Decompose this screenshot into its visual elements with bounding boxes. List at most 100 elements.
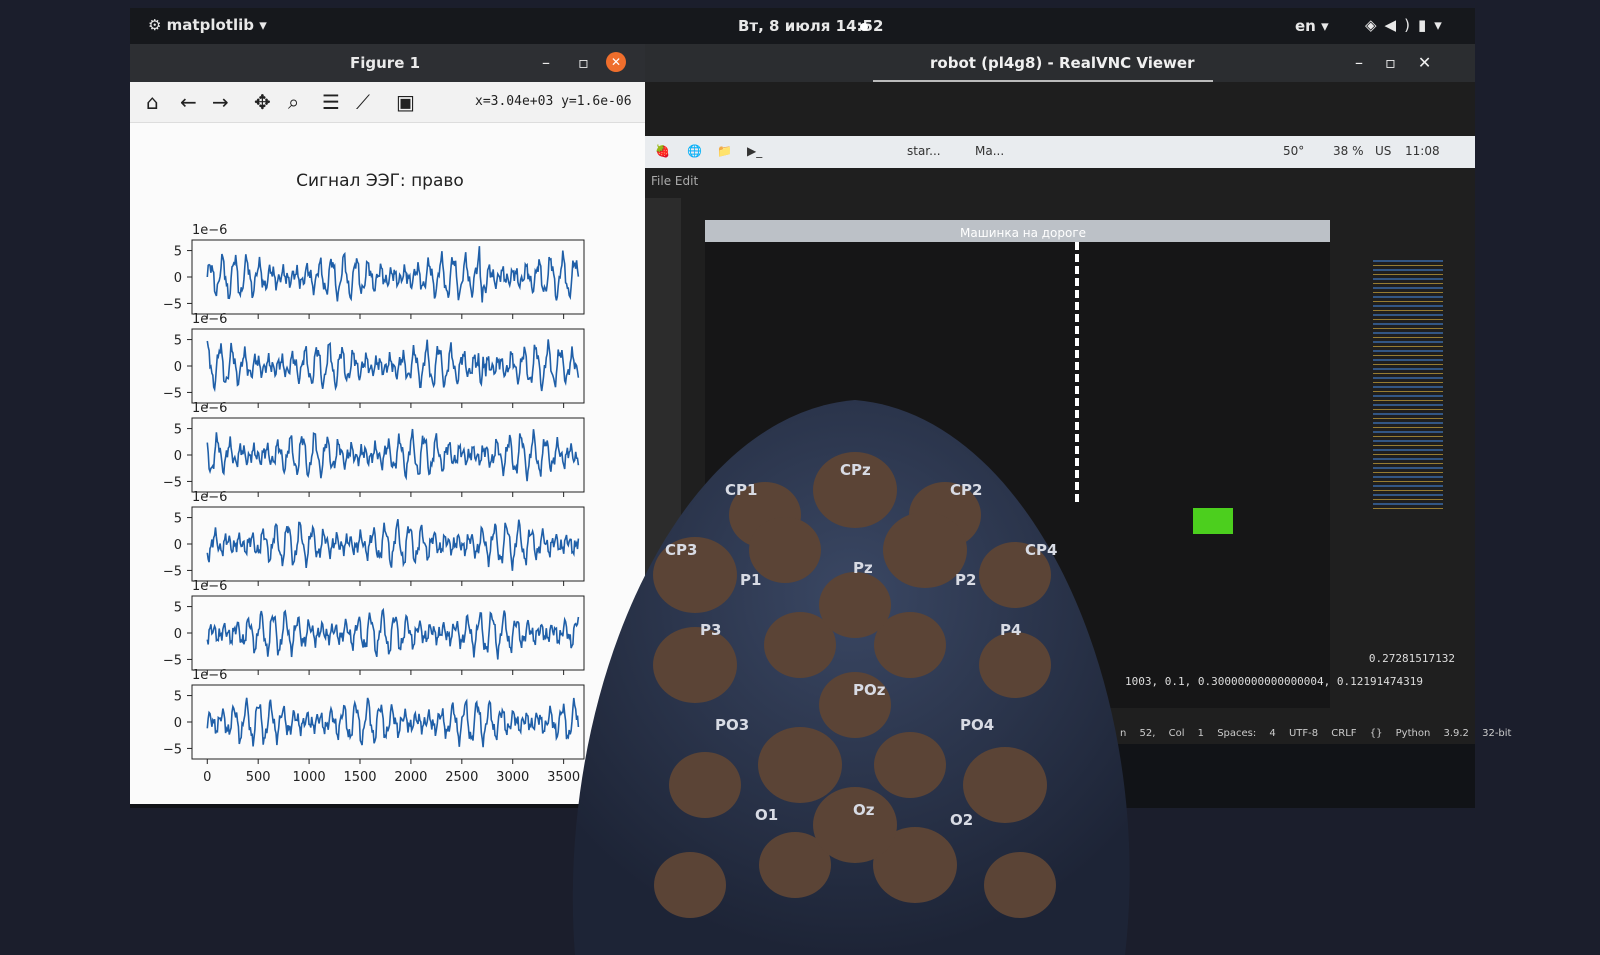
eeg-cap: CPz CP1 CP2 CP3 CP4 P1 Pz P2 P3 P4 POz PO3 PO4 Oz O1 O2	[555, 395, 1145, 955]
cpu-indicator: 50°	[1283, 144, 1305, 158]
figure-titlebar: Figure 1 – ▫ ✕	[130, 44, 645, 82]
scale-label: 1e−6	[192, 223, 227, 238]
minimize-button[interactable]: –	[542, 53, 550, 72]
home-icon[interactable]: ⌂	[146, 90, 159, 114]
configure-icon[interactable]: ☰	[322, 90, 340, 114]
y-tick-label: 5	[174, 690, 182, 705]
editor-menu: File Edit	[651, 174, 698, 188]
electrode-label: POz	[853, 681, 886, 699]
electrode-label: P4	[1000, 621, 1021, 639]
terminal-line: 1003, 0.1, 0.30000000000000004, 0.121914…	[1125, 675, 1424, 688]
back-icon[interactable]: ←	[180, 90, 197, 114]
system-tray[interactable]: ◈◀)▮▾	[1365, 16, 1450, 34]
cap-opening	[654, 852, 726, 918]
x-tick-label: 3000	[496, 770, 529, 785]
remote-taskbar: 🍓 🌐 📁 ▶_ star... Ma... 50° 38 % US 11:08	[645, 136, 1475, 168]
eeg-series-line	[206, 339, 580, 393]
y-tick-label: 5	[174, 245, 182, 260]
terminal-icon[interactable]: ▶_	[747, 144, 762, 158]
electrode-label: Oz	[853, 801, 875, 819]
language-label: en	[1295, 17, 1316, 35]
save-icon[interactable]: ▣	[396, 90, 415, 114]
y-tick-label: 0	[174, 716, 182, 731]
edit-axes-icon[interactable]: ⟋	[356, 90, 370, 114]
electrode-label: Pz	[853, 559, 873, 577]
y-tick-label: −5	[163, 386, 182, 401]
app-name: matplotlib	[166, 16, 254, 34]
x-tick-label: 2500	[445, 770, 478, 785]
y-tick-label: −5	[163, 564, 182, 579]
player-car	[1193, 508, 1233, 534]
y-tick-label: −5	[163, 297, 182, 312]
cap-opening	[653, 627, 737, 703]
code-minimap[interactable]	[1373, 260, 1443, 510]
taskbar-item-vscode[interactable]: star...	[907, 144, 941, 158]
y-tick-label: −5	[163, 475, 182, 490]
vnc-titlebar: robot (pl4g8) - RealVNC Viewer –▫✕	[645, 44, 1475, 82]
window-controls[interactable]: –▫✕	[1355, 53, 1453, 72]
x-tick-label: 0	[203, 770, 211, 785]
y-tick-label: −5	[163, 653, 182, 668]
electrode-label: CP2	[950, 481, 982, 499]
cap-opening	[874, 732, 946, 798]
keyboard-layout[interactable]: US	[1375, 144, 1391, 158]
electrode-label: P1	[740, 571, 761, 589]
y-tick-label: 5	[174, 601, 182, 616]
panel-frame	[191, 595, 585, 671]
language-indicator[interactable]: en ▾	[1295, 17, 1329, 35]
cap-opening	[813, 787, 897, 863]
network-icon: ◈	[1365, 16, 1385, 34]
electrode-label: CP3	[665, 541, 697, 559]
pan-icon[interactable]: ✥	[254, 90, 271, 114]
menu-file[interactable]: File	[651, 174, 671, 188]
cap-opening	[963, 747, 1047, 823]
figure-window-title: Figure 1	[350, 54, 421, 72]
app-menu[interactable]: ⚙ matplotlib ▾	[148, 16, 267, 34]
battery-icon: ▮	[1417, 16, 1435, 34]
chart-title: Сигнал ЭЭГ: право	[296, 171, 464, 191]
x-tick-label: 2000	[394, 770, 427, 785]
cap-opening	[819, 572, 891, 638]
menu-edit[interactable]: Edit	[675, 174, 698, 188]
zoom-icon[interactable]: ⌕	[288, 90, 299, 114]
game-window-title: Машинка на дороге	[960, 226, 1087, 240]
close-button[interactable]: ✕	[606, 52, 626, 72]
terminal-output: 0.27281517132 1003, 0.1, 0.3000000000000…	[1125, 652, 1455, 688]
raspberry-menu-icon[interactable]: 🍓	[655, 144, 670, 158]
maximize-button[interactable]: ▫	[578, 53, 589, 72]
y-tick-label: 5	[174, 512, 182, 527]
eeg-series-line	[206, 697, 580, 748]
eeg-series-line	[206, 246, 580, 303]
taskbar-item-game[interactable]: Ma...	[975, 144, 1004, 158]
scale-label: 1e−6	[192, 579, 227, 594]
x-tick-label: 1000	[293, 770, 326, 785]
cursor-coordinates: x=3.04e+03 y=1.6e-06	[475, 94, 632, 109]
figure-toolbar: ⌂ ← → ✥ ⌕ ☰ ⟋ ▣ x=3.04e+03 y=1.6e-06	[130, 82, 645, 123]
electrode-label: PO4	[960, 716, 994, 734]
forward-icon[interactable]: →	[212, 90, 229, 114]
browser-icon[interactable]: 🌐	[687, 144, 702, 158]
cap-opening	[669, 752, 741, 818]
electrode-label: CPz	[840, 461, 871, 479]
scale-label: 1e−6	[192, 668, 227, 683]
electrode-label: O2	[950, 811, 973, 829]
chevron-down-icon: ▾	[1434, 16, 1450, 34]
eeg-series-line	[206, 519, 580, 571]
y-tick-label: 0	[174, 449, 182, 464]
volume-icon: ◀)	[1384, 16, 1418, 34]
remote-clock: 11:08	[1405, 144, 1440, 158]
electrode-label: CP1	[725, 481, 757, 499]
status-bar: n 52, Col 1 Spaces: 4 UTF-8 CRLF {} Pyth…	[1120, 728, 1512, 739]
electrode-label: CP4	[1025, 541, 1057, 559]
folder-icon[interactable]: 📁	[717, 144, 732, 158]
eeg-series-line	[206, 428, 580, 482]
electrode-label: P3	[700, 621, 721, 639]
tab-indicator	[873, 80, 1213, 82]
top-panel: ⚙ matplotlib ▾ Вт, 8 июля 14:52 en ▾ ◈◀)…	[130, 8, 1475, 44]
y-tick-label: −5	[163, 742, 182, 757]
scale-label: 1e−6	[192, 312, 227, 327]
terminal-line: 0.27281517132	[1368, 652, 1455, 665]
vnc-window-title: robot (pl4g8) - RealVNC Viewer	[930, 54, 1195, 72]
scale-label: 1e−6	[192, 490, 227, 505]
y-tick-label: 0	[174, 271, 182, 286]
